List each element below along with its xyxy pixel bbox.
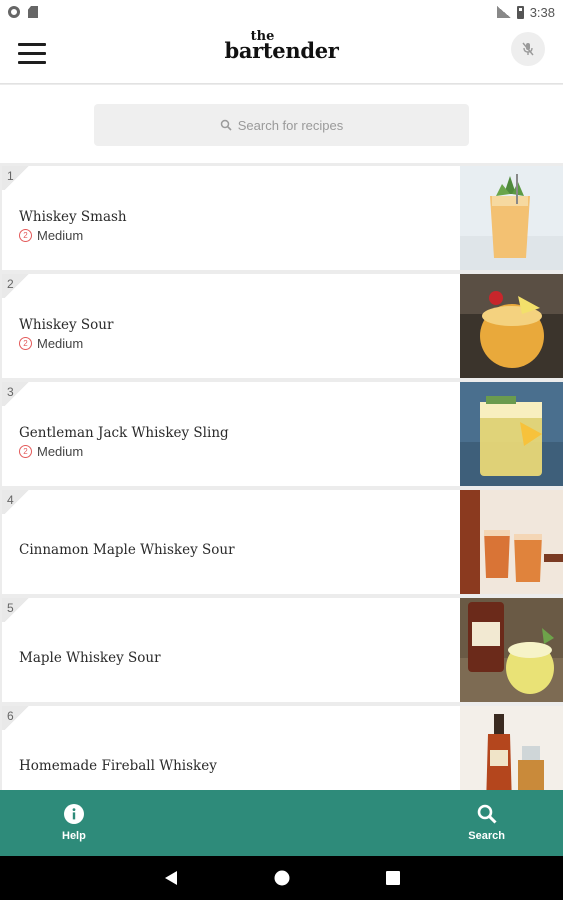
search-icon	[220, 119, 232, 131]
search-area: Search for recipes	[0, 85, 563, 163]
recipe-title: Cinnamon Maple Whiskey Sour	[19, 542, 235, 558]
recipe-title: Homemade Fireball Whiskey	[19, 758, 217, 774]
recipe-index-badge: 3	[2, 382, 32, 406]
app-logo: the bartender	[224, 30, 338, 61]
search-icon	[477, 804, 497, 824]
recipe-title: Whiskey Sour	[19, 317, 114, 333]
recipe-row-2[interactable]: 2 Whiskey Sour 2 Medium	[2, 274, 563, 378]
recipe-thumbnail	[460, 274, 563, 378]
recipe-title: Maple Whiskey Sour	[19, 650, 161, 666]
recipe-difficulty: 2 Medium	[19, 228, 83, 243]
recipe-row-4[interactable]: 4 Cinnamon Maple Whiskey Sour	[2, 490, 563, 594]
recipe-title: Gentleman Jack Whiskey Sling	[19, 425, 229, 441]
recipe-thumbnail	[460, 382, 563, 486]
sd-card-icon	[28, 6, 38, 18]
recipe-index-badge: 6	[2, 706, 32, 730]
notification-dot-icon	[8, 6, 20, 18]
recipe-list: 1 Whiskey Smash 2 Medium 2 Whiskey Sour	[0, 166, 563, 790]
battery-icon	[516, 5, 524, 19]
status-time: 3:38	[529, 4, 555, 20]
recipe-row-3[interactable]: 3 Gentleman Jack Whiskey Sling 2 Medium	[2, 382, 563, 486]
recipe-index-badge: 5	[2, 598, 32, 622]
recipe-row-6[interactable]: 6 Homemade Fireball Whiskey	[2, 706, 563, 790]
signal-icon	[496, 6, 511, 18]
microphone-off-icon[interactable]	[511, 32, 545, 66]
info-icon	[63, 804, 84, 824]
hamburger-menu-icon[interactable]	[18, 38, 50, 68]
recipe-thumbnail	[460, 490, 563, 594]
recipe-thumbnail	[460, 706, 563, 790]
difficulty-label: Medium	[37, 228, 84, 243]
difficulty-icon: 2	[19, 337, 32, 350]
search-placeholder: Search for recipes	[237, 117, 344, 133]
recipe-index-badge: 1	[2, 166, 32, 190]
recipe-title: Whiskey Smash	[19, 209, 127, 225]
status-bar: 3:38	[0, 0, 563, 24]
help-label: Help	[62, 830, 86, 842]
search-nav-button[interactable]: Search	[468, 790, 505, 856]
difficulty-label: Medium	[37, 444, 84, 459]
app-bar: the bartender	[0, 24, 563, 84]
recipe-index-badge: 2	[2, 274, 32, 298]
back-icon[interactable]	[164, 870, 178, 886]
search-input[interactable]: Search for recipes	[94, 104, 469, 146]
recipe-thumbnail	[460, 166, 563, 270]
difficulty-icon: 2	[19, 229, 32, 242]
logo-bartender: bartender	[224, 38, 339, 63]
difficulty-icon: 2	[19, 445, 32, 458]
recipe-row-1[interactable]: 1 Whiskey Smash 2 Medium	[2, 166, 563, 270]
system-nav-bar	[0, 856, 563, 900]
recipe-index-badge: 4	[2, 490, 32, 514]
recents-icon[interactable]	[385, 871, 400, 885]
difficulty-label: Medium	[37, 336, 84, 351]
recipe-difficulty: 2 Medium	[19, 444, 83, 459]
recipe-row-5[interactable]: 5 Maple Whiskey Sour	[2, 598, 563, 702]
home-icon[interactable]	[274, 870, 290, 886]
help-button[interactable]: Help	[62, 790, 86, 856]
search-label: Search	[468, 830, 505, 842]
bottom-nav: Help Search	[0, 790, 563, 856]
recipe-difficulty: 2 Medium	[19, 336, 83, 351]
recipe-thumbnail	[460, 598, 563, 702]
